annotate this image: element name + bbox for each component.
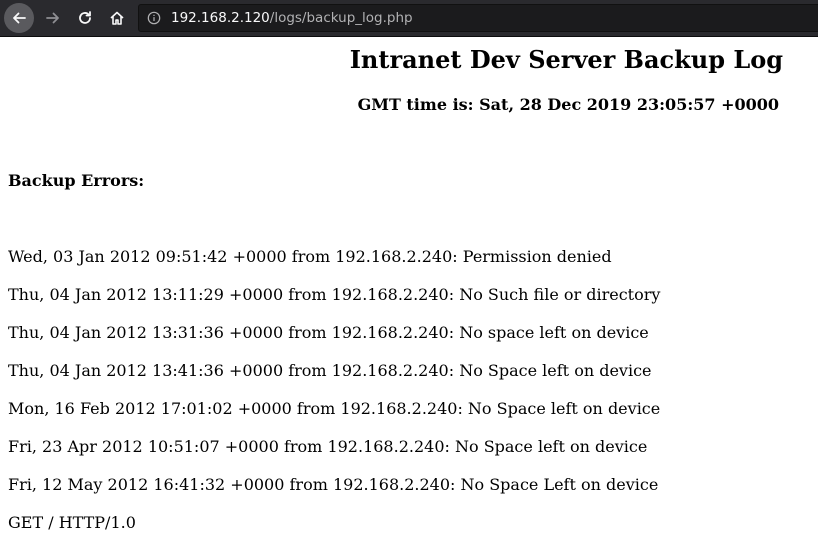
reload-button[interactable] [70,3,100,33]
url-text: 192.168.2.120/logs/backup_log.php [171,10,413,26]
errors-heading: Backup Errors: [8,171,145,190]
url-path: /logs/backup_log.php [269,10,413,26]
back-button[interactable] [4,3,34,33]
info-icon[interactable] [147,11,161,25]
url-host: 192.168.2.120 [171,10,270,26]
log-line: Thu, 04 Jan 2012 13:11:29 +0000 from 192… [8,285,661,304]
arrow-right-icon [46,12,59,24]
gmt-time: GMT time is: Sat, 28 Dec 2019 23:05:57 +… [357,95,779,114]
page-content: Intranet Dev Server Backup Log GMT time … [0,37,818,544]
log-line: Fri, 23 Apr 2012 10:51:07 +0000 from 192… [8,437,648,456]
page-title: Intranet Dev Server Backup Log [349,45,783,74]
browser-toolbar: 192.168.2.120/logs/backup_log.php [0,0,818,37]
log-line: Thu, 04 Jan 2012 13:41:36 +0000 from 192… [8,361,652,380]
home-icon [110,11,124,25]
log-line: GET / HTTP/1.0 [8,513,136,532]
forward-button[interactable] [38,3,68,33]
log-line: Fri, 12 May 2012 16:41:32 +0000 from 192… [8,475,659,494]
address-bar[interactable]: 192.168.2.120/logs/backup_log.php [138,4,818,32]
home-button[interactable] [102,3,132,33]
log-line: Thu, 04 Jan 2012 13:31:36 +0000 from 192… [8,323,649,342]
log-line: Mon, 16 Feb 2012 17:01:02 +0000 from 192… [8,399,661,418]
log-line: Wed, 03 Jan 2012 09:51:42 +0000 from 192… [8,247,612,266]
arrow-left-icon [13,12,26,24]
reload-icon [79,11,91,24]
